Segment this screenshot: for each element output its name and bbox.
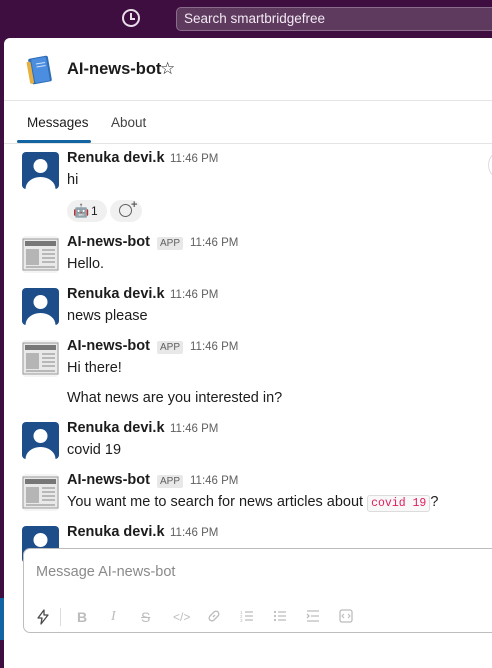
timestamp[interactable]: 11:46 PM — [170, 289, 218, 301]
add-reaction-button[interactable]: + — [110, 199, 142, 222]
star-icon[interactable]: ☆ — [160, 59, 175, 79]
avatar[interactable] — [22, 422, 59, 459]
message-list[interactable]: Renuka devi.k 11:46 PM hi 🤖 1 + AI-news-… — [4, 144, 492, 585]
message-text: covid 19 — [67, 442, 122, 458]
author-name[interactable]: Renuka devi.k — [67, 524, 165, 540]
code-icon[interactable]: </> — [173, 610, 190, 624]
message-text-part: ? — [430, 494, 439, 510]
message-text: hi — [67, 172, 79, 188]
author-name[interactable]: AI-news-bot — [67, 338, 150, 354]
message-text: You want me to search for news articles … — [67, 494, 439, 512]
user-silhouette-icon — [25, 429, 56, 459]
tab-messages[interactable]: Messages — [27, 115, 89, 130]
author-name[interactable]: Renuka devi.k — [67, 150, 165, 166]
search-input[interactable]: Search smartbridgefree — [176, 7, 492, 31]
strikethrough-icon[interactable]: S — [141, 609, 150, 625]
channel-tabs: Messages About — [4, 101, 492, 144]
timestamp[interactable]: 11:46 PM — [190, 341, 238, 353]
channel-header: AI-news-bot ☆ — [4, 38, 492, 101]
code-block-icon[interactable] — [339, 609, 353, 626]
author-name[interactable]: Renuka devi.k — [67, 286, 165, 302]
channel-title[interactable]: AI-news-bot — [67, 60, 161, 79]
user-silhouette-icon — [25, 295, 56, 325]
scroll-button[interactable] — [488, 150, 492, 180]
reaction-count: 1 — [91, 204, 98, 218]
svg-text:3: 3 — [240, 618, 243, 623]
tab-about[interactable]: About — [111, 115, 146, 130]
avatar[interactable] — [22, 340, 59, 377]
avatar[interactable] — [22, 474, 59, 511]
reaction-pill[interactable]: 🤖 1 — [67, 200, 107, 222]
avatar[interactable] — [22, 236, 59, 273]
toolbar-divider — [60, 608, 61, 626]
timestamp[interactable]: 11:46 PM — [170, 423, 218, 435]
avatar[interactable] — [22, 288, 59, 325]
timestamp[interactable]: 11:46 PM — [190, 237, 238, 249]
newspaper-icon — [22, 476, 59, 509]
message-text: news please — [67, 308, 148, 324]
app-badge: APP — [157, 237, 184, 250]
avatar[interactable] — [22, 152, 59, 189]
top-bar: Search smartbridgefree — [0, 0, 492, 38]
italic-icon[interactable]: I — [111, 609, 116, 625]
bulleted-list-icon[interactable] — [273, 609, 287, 626]
app-badge: APP — [157, 341, 184, 354]
lightning-icon[interactable] — [35, 609, 51, 628]
inline-code: covid 19 — [367, 495, 431, 512]
notebook-icon — [26, 55, 52, 85]
message-composer: B I S </> 123 — [23, 548, 492, 633]
clock-icon[interactable] — [122, 9, 140, 27]
timestamp[interactable]: 11:46 PM — [190, 475, 238, 487]
message-text: What news are you interested in? — [67, 390, 283, 406]
timestamp[interactable]: 11:46 PM — [170, 153, 218, 165]
timestamp[interactable]: 11:46 PM — [170, 527, 218, 539]
author-name[interactable]: AI-news-bot — [67, 472, 150, 488]
robot-icon: 🤖 — [73, 203, 90, 218]
active-tab-indicator — [17, 140, 91, 143]
author-name[interactable]: AI-news-bot — [67, 234, 150, 250]
bold-icon[interactable]: B — [77, 609, 87, 625]
link-icon[interactable] — [207, 609, 221, 626]
plus-icon: + — [131, 199, 138, 211]
user-silhouette-icon — [25, 159, 56, 189]
message-text: Hi there! — [67, 360, 122, 376]
newspaper-icon — [22, 342, 59, 375]
message-text-part: You want me to search for news articles … — [67, 494, 368, 510]
app-badge: APP — [157, 475, 184, 488]
author-name[interactable]: Renuka devi.k — [67, 420, 165, 436]
newspaper-icon — [22, 238, 59, 271]
ordered-list-icon[interactable]: 123 — [240, 609, 254, 626]
formatting-toolbar: B I S </> 123 — [24, 605, 492, 629]
indent-icon[interactable] — [306, 609, 320, 626]
message-input[interactable] — [34, 561, 478, 583]
message-text: Hello. — [67, 256, 105, 272]
channel-panel: AI-news-bot ☆ Messages About Renuka devi… — [4, 38, 492, 668]
